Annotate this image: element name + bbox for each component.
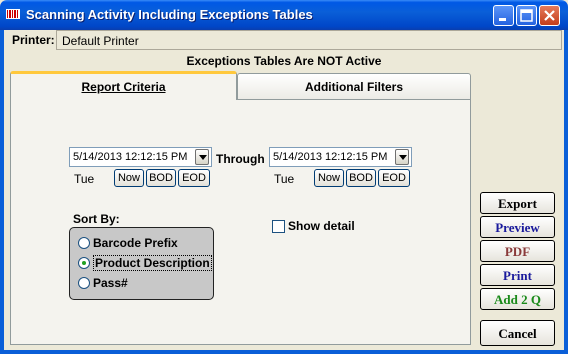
- window-frame-right: [564, 30, 568, 354]
- through-label: Through: [216, 152, 265, 166]
- close-icon: [544, 10, 555, 21]
- to-date-dropdown-button[interactable]: [395, 149, 409, 165]
- export-button[interactable]: Export: [480, 192, 555, 214]
- maximize-button[interactable]: [516, 5, 537, 26]
- tab-additional-filters[interactable]: Additional Filters: [237, 73, 471, 100]
- to-now-button[interactable]: Now: [314, 169, 344, 187]
- sort-by-label: Sort By:: [73, 212, 120, 226]
- from-day-label: Tue: [74, 172, 95, 186]
- printer-label: Printer:: [12, 33, 55, 47]
- to-eod-button[interactable]: EOD: [378, 169, 410, 187]
- from-bod-button[interactable]: BOD: [146, 169, 176, 187]
- from-date-dropdown-button[interactable]: [195, 149, 209, 165]
- close-button[interactable]: [539, 5, 560, 26]
- maximize-icon: [520, 9, 533, 22]
- from-now-button[interactable]: Now: [114, 169, 144, 187]
- cancel-button[interactable]: Cancel: [480, 320, 555, 346]
- to-day-label: Tue: [274, 172, 295, 186]
- from-eod-button[interactable]: EOD: [178, 169, 210, 187]
- to-bod-button[interactable]: BOD: [346, 169, 376, 187]
- from-datetime-input[interactable]: 5/14/2013 12:12:15 PM: [69, 147, 212, 167]
- preview-button[interactable]: Preview: [480, 216, 555, 238]
- show-detail-label[interactable]: Show detail: [288, 219, 355, 233]
- printer-field[interactable]: Default Printer: [56, 30, 562, 50]
- window-title: Scanning Activity Including Exceptions T…: [26, 7, 313, 22]
- title-bar: Scanning Activity Including Exceptions T…: [0, 0, 568, 30]
- to-datetime-value: 5/14/2013 12:12:15 PM: [273, 151, 388, 163]
- minimize-icon: [499, 18, 506, 21]
- window-frame-bottom: [0, 350, 568, 354]
- radio-button-selected[interactable]: [78, 257, 90, 269]
- tab-report-criteria[interactable]: Report Criteria: [10, 71, 237, 100]
- to-datetime-input[interactable]: 5/14/2013 12:12:15 PM: [269, 147, 412, 167]
- sort-by-group: Barcode Prefix Product Description Pass#: [69, 227, 214, 300]
- radio-button[interactable]: [78, 237, 90, 249]
- add-to-queue-button[interactable]: Add 2 Q: [480, 288, 555, 310]
- minimize-button[interactable]: [493, 5, 514, 26]
- radio-label: Pass#: [93, 276, 128, 290]
- show-detail-checkbox[interactable]: [272, 220, 285, 233]
- from-datetime-value: 5/14/2013 12:12:15 PM: [73, 151, 188, 163]
- radio-label: Barcode Prefix: [93, 236, 178, 250]
- window-frame-left: [0, 30, 4, 354]
- radio-label: Product Description: [93, 255, 212, 271]
- barcode-scanner-icon: [6, 9, 20, 19]
- radio-button[interactable]: [78, 277, 90, 289]
- print-button[interactable]: Print: [480, 264, 555, 286]
- pdf-button[interactable]: PDF: [480, 240, 555, 262]
- exceptions-status: Exceptions Tables Are NOT Active: [186, 54, 382, 68]
